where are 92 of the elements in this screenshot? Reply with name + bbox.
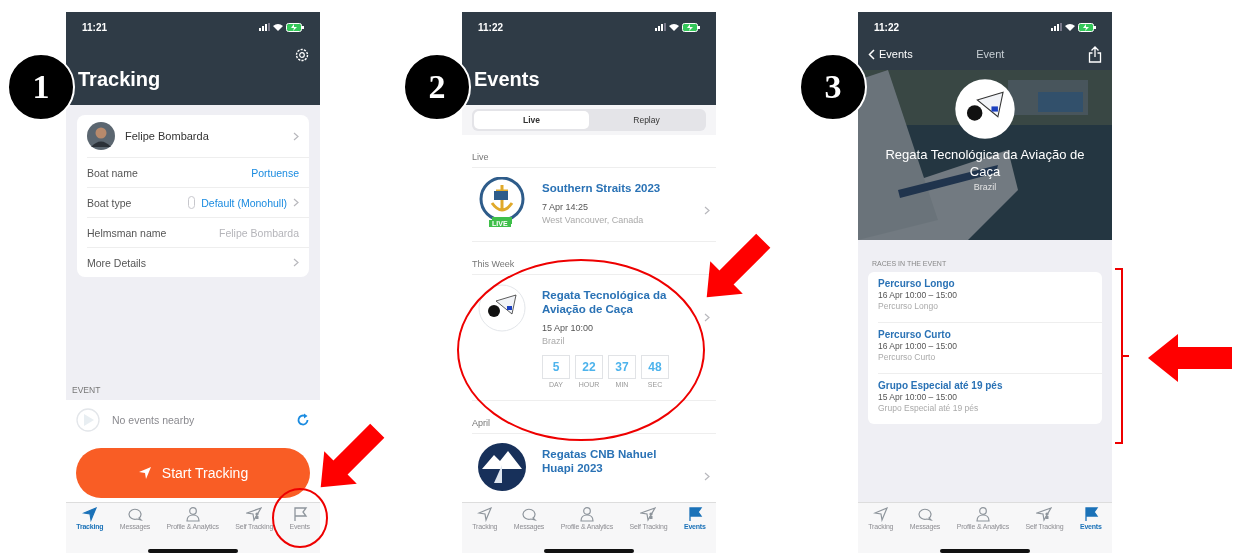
signal-icon [655, 23, 666, 31]
sail-logo-icon [954, 78, 1016, 140]
countdown-value: 48 [641, 355, 669, 379]
field-label: Boat type [87, 196, 132, 209]
event-name: Regata Tecnológica da Aviação de Caça [542, 288, 668, 316]
race-name: Percurso Curto [878, 329, 952, 340]
screen-title: Tracking [77, 68, 162, 91]
field-label: Boat name [87, 166, 138, 179]
section-header: Live [472, 135, 716, 168]
chevron-icon [293, 131, 299, 141]
navigation-icon [476, 506, 493, 522]
profile-name[interactable]: Felipe Bombarda [125, 130, 283, 142]
event-date: 7 Apr 14:25 [542, 202, 590, 212]
back-icon [868, 48, 875, 60]
countdown-value: 5 [542, 355, 570, 379]
settings-icon[interactable] [294, 47, 310, 63]
chevron-icon [293, 258, 299, 267]
race-row[interactable]: Percurso Longo 16 Apr 10:00 – 15:00 Percurso Longo [878, 272, 1102, 323]
step-number: 3 [799, 53, 867, 121]
event-name: Southern Straits 2023 [542, 181, 662, 195]
settings-row[interactable]: Boat name Portuense [87, 158, 309, 188]
battery-icon [286, 22, 304, 32]
sail-logo-icon [478, 284, 526, 332]
race-subtitle: Percurso Longo [878, 301, 939, 311]
race-row[interactable]: Percurso Curto 16 Apr 10:00 – 15:00 Percurso Curto [878, 323, 1102, 374]
signal-icon [1051, 23, 1062, 31]
chat-bubble-icon [917, 506, 933, 522]
screen-title: Events [473, 68, 541, 91]
refresh-icon[interactable] [296, 413, 310, 427]
field-value: Default (Monohull) [201, 196, 287, 209]
person-icon [974, 506, 991, 522]
segment-tab[interactable]: Replay [589, 111, 704, 129]
wifi-icon [669, 23, 679, 31]
section-label: EVENT [71, 385, 102, 397]
person-icon [184, 506, 201, 522]
event-name: Regatas CNB Nahuel Huapi 2023 [542, 447, 658, 475]
signal-icon [259, 23, 270, 31]
event-location: Brazil [973, 182, 997, 192]
nav-title: Event [976, 48, 1005, 60]
start-tracking-button[interactable]: Start Tracking [76, 448, 310, 498]
battery-icon [682, 22, 700, 32]
navigation-icon [137, 466, 152, 480]
chevron-icon [704, 313, 710, 322]
avatar [87, 122, 115, 150]
settings-row[interactable]: Boat type Default (Monohull) [87, 188, 309, 218]
chevron-icon [293, 198, 299, 207]
countdown-value: 37 [608, 355, 636, 379]
field-label: Helmsman name [87, 226, 167, 239]
race-time: 16 Apr 10:00 – 15:00 [878, 341, 958, 351]
race-time: 15 Apr 10:00 – 15:00 [878, 392, 958, 402]
share-icon[interactable] [1088, 45, 1102, 63]
race-time: 16 Apr 10:00 – 15:00 [878, 290, 958, 300]
race-name: Grupo Especial até 19 pés [878, 380, 1004, 391]
event-title: Regata Tecnológica da Aviação de Caça [884, 146, 1086, 180]
step-number: 1 [7, 53, 75, 121]
event-location: West Vancouver, Canada [542, 215, 645, 225]
event-date: 15 Apr 10:00 [542, 323, 595, 333]
status-time: 11:22 [478, 21, 504, 33]
step-number: 2 [403, 53, 471, 121]
chat-bubble-icon [521, 506, 537, 522]
mountain-logo-icon [478, 443, 526, 491]
wifi-icon [1065, 23, 1075, 31]
plane-person-icon [1036, 506, 1053, 522]
field-value: Portuense [251, 166, 299, 179]
race-name: Percurso Longo [878, 278, 956, 289]
plane-person-icon [246, 506, 263, 522]
race-row[interactable]: Grupo Especial até 19 pés 15 Apr 10:00 – 15:00 Grupo Especial até 19 pés [878, 374, 1102, 424]
battery-icon [1078, 22, 1096, 32]
status-text: No events nearby [112, 414, 196, 426]
status-time: 11:21 [82, 21, 108, 33]
race-subtitle: Grupo Especial até 19 pés [878, 403, 980, 413]
settings-row[interactable]: Helmsman name Felipe Bombarda [87, 218, 309, 248]
segment-tab[interactable]: Live [474, 111, 589, 129]
race-subtitle: Percurso Curto [878, 352, 937, 362]
chevron-icon [704, 206, 710, 215]
wifi-icon [273, 23, 283, 31]
plane-person-icon [640, 506, 657, 522]
chevron-icon [704, 472, 710, 481]
back-link[interactable]: Events [868, 48, 913, 60]
person-icon [578, 506, 595, 522]
status-time: 11:22 [874, 21, 900, 33]
navigation-icon [872, 506, 889, 522]
section-header: April [472, 401, 716, 434]
countdown-value: 22 [575, 355, 603, 379]
circle-annotation [271, 487, 329, 549]
anchor-logo-icon [478, 177, 526, 225]
chat-bubble-icon [127, 506, 143, 522]
event-location: Brazil [542, 336, 566, 346]
field-label: More Details [87, 256, 146, 269]
navigation-icon [81, 506, 98, 522]
settings-row[interactable]: More Details [87, 248, 309, 277]
toggle-icon [188, 196, 196, 209]
